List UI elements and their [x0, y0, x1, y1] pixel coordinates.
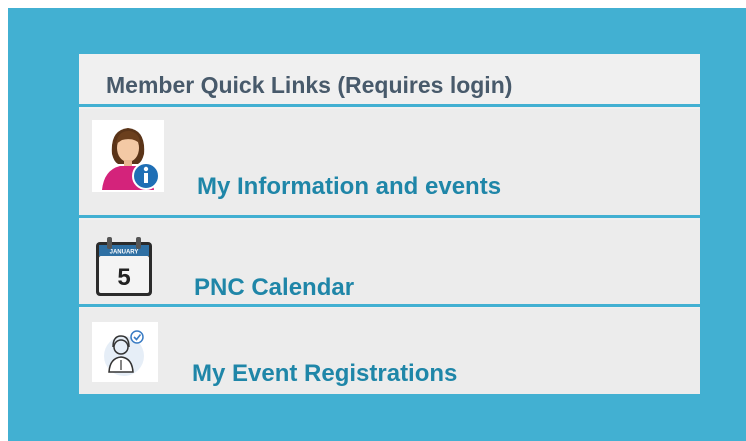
calendar-icon[interactable]: JANUARY 5 — [92, 234, 158, 300]
registration-user-icon[interactable] — [92, 322, 158, 382]
calendar-month: JANUARY — [110, 250, 139, 256]
quick-link-pnc-calendar[interactable]: JANUARY 5 PNC Calendar — [79, 220, 700, 307]
quick-links-panel: Member Quick Links (Requires login) My I… — [79, 54, 700, 394]
quick-link-my-event-registrations[interactable]: My Event Registrations — [79, 308, 700, 394]
quick-links-frame: Member Quick Links (Requires login) My I… — [8, 8, 746, 441]
user-info-icon[interactable] — [92, 120, 164, 192]
quick-link-my-information[interactable]: My Information and events — [79, 109, 700, 218]
quick-links-title: Member Quick Links (Requires login) — [106, 72, 513, 98]
my-information-link[interactable]: My Information and events — [197, 173, 501, 201]
pnc-calendar-link[interactable]: PNC Calendar — [194, 274, 354, 302]
my-event-registrations-link[interactable]: My Event Registrations — [192, 360, 457, 388]
quick-links-header: Member Quick Links (Requires login) — [79, 54, 700, 107]
calendar-day: 5 — [117, 264, 130, 291]
